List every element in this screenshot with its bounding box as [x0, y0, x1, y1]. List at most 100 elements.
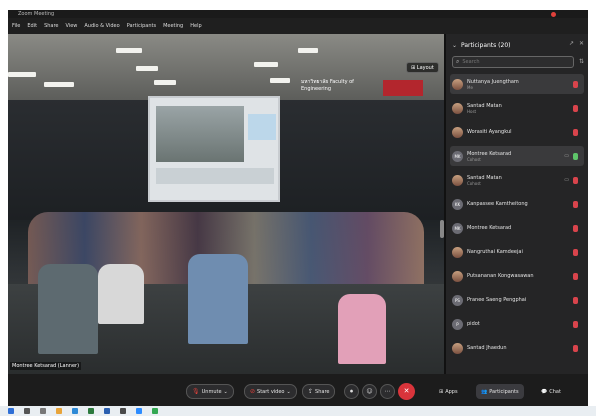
university-banner: มหาวิทยาลัย Faculty of Engineering — [301, 79, 354, 92]
start-icon[interactable] — [8, 408, 14, 414]
title-bar: Zoom Meeting — [8, 10, 588, 18]
zoom-window: Zoom Meeting File Edit Share View Audio … — [8, 10, 588, 410]
participant-row[interactable]: Ppidot — [450, 314, 584, 334]
task-view-icon[interactable] — [40, 408, 46, 414]
file-explorer-icon[interactable] — [56, 408, 62, 414]
participant-row[interactable]: Nangruthai Kamdeejai — [450, 242, 584, 262]
menu-share[interactable]: Share — [44, 23, 58, 29]
ceiling — [8, 34, 444, 104]
more-icon[interactable]: ⋯ — [380, 384, 395, 399]
participant-info: Montree Ketsarad — [467, 225, 573, 231]
mic-muted-icon[interactable] — [573, 128, 578, 136]
participant-role: Me — [467, 84, 473, 90]
close-icon[interactable]: ✕ — [579, 40, 584, 47]
record-button[interactable]: ⏺ — [344, 384, 359, 399]
mic-muted-icon[interactable] — [573, 176, 578, 184]
sort-icon[interactable]: ⇅ — [579, 58, 584, 65]
mic-muted-icon: 🎙 — [192, 388, 200, 395]
mic-muted-icon[interactable] — [573, 272, 578, 280]
video-off-icon: ⊘ — [250, 388, 256, 395]
search-icon[interactable] — [24, 408, 30, 414]
reactions-icon[interactable]: ☺ — [362, 384, 377, 399]
mic-on-icon[interactable] — [573, 152, 578, 160]
menu-help[interactable]: Help — [190, 23, 201, 29]
participants-search[interactable]: ⌕ — [452, 56, 574, 68]
mic-muted-icon[interactable] — [573, 200, 578, 208]
apps-label: Apps — [445, 388, 458, 395]
participant-name: pidot — [467, 321, 480, 327]
menu-view[interactable]: View — [66, 23, 78, 29]
participant-row[interactable]: MK Montree Ketsarad Cohost ▭ — [450, 146, 584, 166]
menu-file[interactable]: File — [12, 23, 20, 29]
participant-row[interactable]: Santad Matan Cohost ▭ — [450, 170, 584, 190]
menu-participants[interactable]: Participants — [127, 23, 156, 29]
person-standing — [188, 254, 248, 344]
chat-button[interactable]: 💬 Chat — [536, 384, 566, 399]
projection-screen — [148, 96, 280, 202]
partner-logo — [383, 80, 423, 96]
menu-meeting[interactable]: Meeting — [163, 23, 183, 29]
share-screen-icon: ⇪ — [308, 388, 314, 395]
share-label: Share — [315, 388, 330, 395]
chevron-down-icon[interactable]: ⌄ — [452, 42, 457, 49]
app-icon[interactable] — [120, 408, 126, 414]
participants-list: Nuttanya Juengtham Me Santad Matan Host Wora… — [446, 74, 588, 372]
participant-info: Pranee Saeng Pengphai — [467, 297, 573, 303]
ceiling-light — [298, 48, 318, 53]
participant-row[interactable]: Nuttanya Juengtham Me — [450, 74, 584, 94]
record-indicator-icon — [551, 12, 556, 17]
chevron-down-icon[interactable]: ⌄ — [287, 389, 291, 395]
share-button[interactable]: ⇪ Share — [302, 384, 336, 399]
participant-info: Santad Jhaedun — [467, 345, 573, 351]
participant-role: Cohost — [467, 180, 481, 186]
menu-audio-video[interactable]: Audio & Video — [84, 23, 119, 29]
avatar — [452, 78, 463, 90]
mic-muted-icon[interactable] — [573, 320, 578, 328]
camera-icon: ▭ — [564, 177, 569, 183]
avatar — [452, 342, 463, 354]
popout-icon[interactable]: ↗ — [569, 40, 574, 47]
participant-row[interactable]: KK Kanpassee Kamtheitong — [450, 194, 584, 214]
browser-icon[interactable] — [72, 408, 78, 414]
search-icon: ⌕ — [456, 58, 460, 65]
leave-button[interactable]: ✕ — [398, 383, 415, 400]
person-standing — [38, 264, 98, 354]
search-input[interactable] — [462, 59, 563, 65]
mic-muted-icon[interactable] — [573, 248, 578, 256]
avatar: MK — [452, 150, 463, 162]
os-taskbar — [0, 406, 596, 416]
zoom-icon[interactable] — [136, 408, 142, 414]
participants-label: Participants — [489, 388, 519, 395]
participant-row[interactable]: Santad Matan Host — [450, 98, 584, 118]
avatar — [452, 246, 463, 258]
meeting-controls: 🎙 Unmute ⌄ ⊘ Start video ⌄ ⇪ Share ⏺ ☺ ⋯… — [8, 374, 588, 410]
avatar: P — [452, 318, 463, 330]
ceiling-light — [270, 78, 290, 83]
participant-name: Santad Jhaedun — [467, 345, 507, 351]
participant-info: Santad Matan Cohost — [467, 175, 564, 186]
chevron-down-icon[interactable]: ⌄ — [224, 389, 228, 395]
participant-row[interactable]: MK Montree Ketsarad — [450, 218, 584, 238]
menu-edit[interactable]: Edit — [27, 23, 37, 29]
participant-role: Host — [467, 108, 477, 114]
layout-button[interactable]: ⊞ Layout — [406, 62, 439, 73]
unmute-button[interactable]: 🎙 Unmute ⌄ — [186, 384, 234, 399]
participant-row[interactable]: Putsananan Kongwasawan — [450, 266, 584, 286]
participant-row[interactable]: Worasiti Ayangkul — [450, 122, 584, 142]
ceiling-light — [116, 48, 142, 53]
apps-button[interactable]: ⊞ Apps — [434, 384, 463, 399]
ceiling-light — [154, 80, 176, 85]
chrome-icon[interactable] — [152, 408, 158, 414]
participant-row[interactable]: PS Pranee Saeng Pengphai — [450, 290, 584, 310]
word-icon[interactable] — [104, 408, 110, 414]
mic-muted-icon[interactable] — [573, 296, 578, 304]
participants-button[interactable]: 👥 Participants — [476, 384, 524, 399]
excel-icon[interactable] — [88, 408, 94, 414]
start-video-button[interactable]: ⊘ Start video ⌄ — [244, 384, 297, 399]
mic-muted-icon[interactable] — [573, 104, 578, 112]
panel-resize-handle[interactable] — [440, 220, 444, 238]
mic-muted-icon[interactable] — [573, 224, 578, 232]
mic-muted-icon[interactable] — [573, 80, 578, 88]
mic-muted-icon[interactable] — [573, 344, 578, 352]
participant-row[interactable]: Santad Jhaedun — [450, 338, 584, 358]
